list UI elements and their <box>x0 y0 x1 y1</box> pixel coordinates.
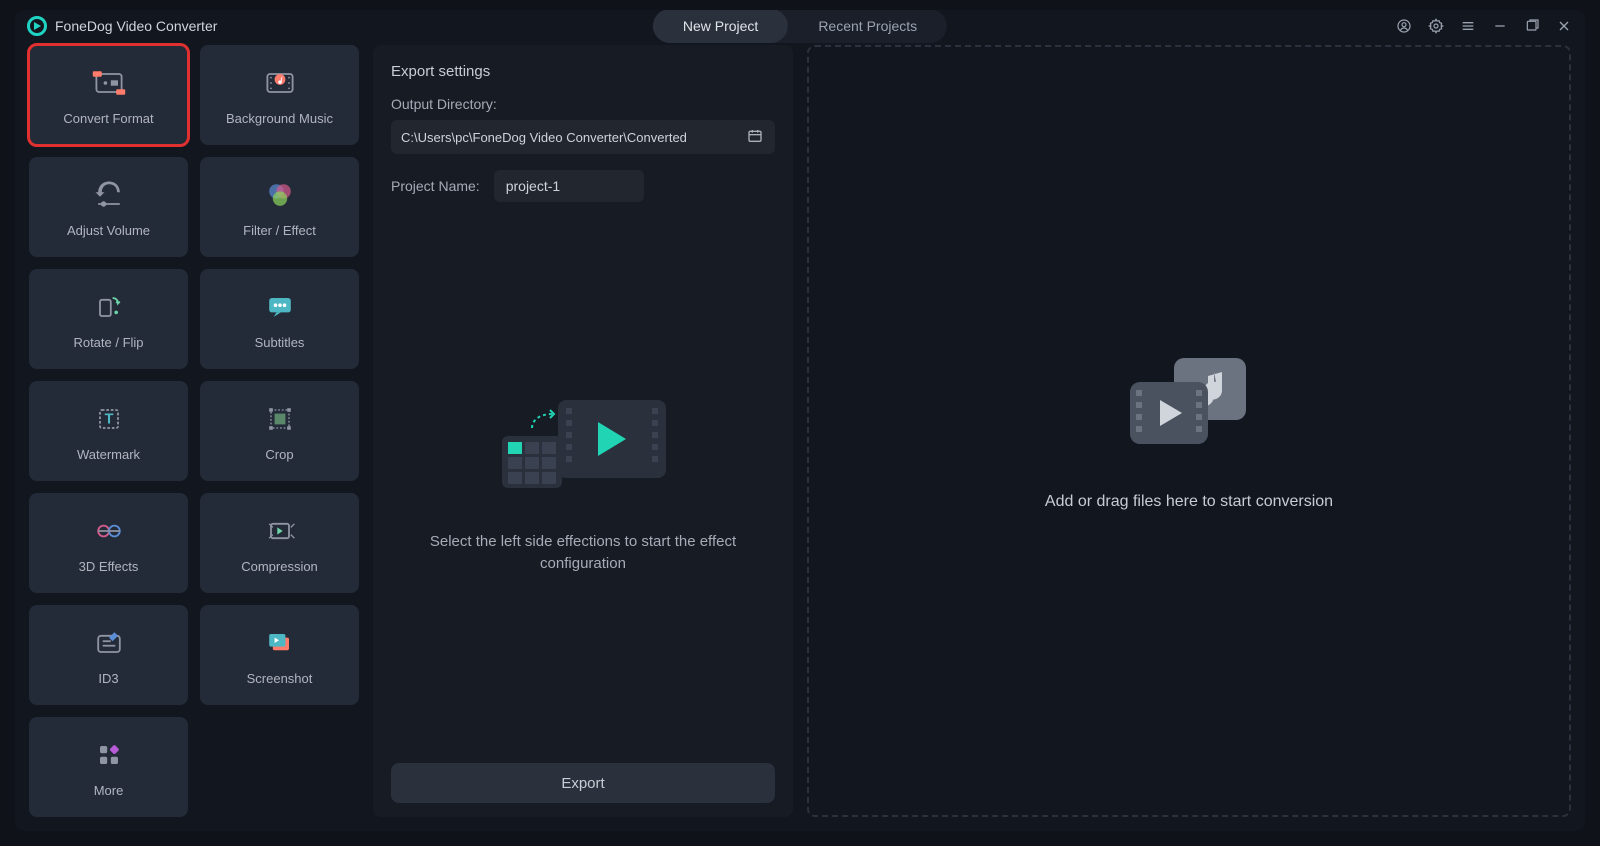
convert-format-icon <box>91 65 127 101</box>
browse-folder-icon[interactable] <box>747 128 765 146</box>
more-icon <box>91 737 127 773</box>
output-dir-input[interactable]: C:\Users\pc\FoneDog Video Converter\Conv… <box>391 120 775 154</box>
tool-watermark[interactable]: T Watermark <box>29 381 188 481</box>
tool-grid: Convert Format Background Music Adjust V… <box>29 45 359 817</box>
titlebar: FoneDog Video Converter New Project Rece… <box>15 10 1585 41</box>
tool-rotate-flip[interactable]: Rotate / Flip <box>29 269 188 369</box>
tool-label: Crop <box>265 447 293 462</box>
empty-state-text: Select the left side effections to start… <box>423 531 743 576</box>
drop-zone[interactable]: Add or drag files here to start conversi… <box>807 45 1571 817</box>
tool-convert-format[interactable]: Convert Format <box>29 45 188 145</box>
adjust-volume-icon <box>91 177 127 213</box>
tool-label: Rotate / Flip <box>73 335 143 350</box>
tool-compression[interactable]: Compression <box>200 493 359 593</box>
app-window: FoneDog Video Converter New Project Rece… <box>15 10 1585 831</box>
minimize-icon[interactable] <box>1491 17 1509 35</box>
empty-state: Select the left side effections to start… <box>391 202 775 751</box>
tool-label: More <box>94 783 124 798</box>
close-icon[interactable] <box>1555 17 1573 35</box>
project-name-label: Project Name: <box>391 178 480 194</box>
filter-effect-icon <box>262 177 298 213</box>
app-title: FoneDog Video Converter <box>55 18 217 34</box>
tool-label: Filter / Effect <box>243 223 316 238</box>
maximize-icon[interactable] <box>1523 17 1541 35</box>
tool-label: Convert Format <box>63 111 153 126</box>
tool-label: Watermark <box>77 447 140 462</box>
tab-recent-projects[interactable]: Recent Projects <box>788 10 947 43</box>
tab-new-project[interactable]: New Project <box>653 10 788 43</box>
drop-zone-icon <box>1124 352 1254 457</box>
export-settings-panel: Export settings Output Directory: C:\Use… <box>373 45 793 817</box>
tool-label: Screenshot <box>247 671 313 686</box>
rotate-flip-icon <box>91 289 127 325</box>
tool-adjust-volume[interactable]: Adjust Volume <box>29 157 188 257</box>
drop-zone-text: Add or drag files here to start conversi… <box>1045 493 1333 511</box>
tool-subtitles[interactable]: Subtitles <box>200 269 359 369</box>
crop-icon <box>262 401 298 437</box>
compression-icon <box>262 513 298 549</box>
3d-effects-icon <box>91 513 127 549</box>
tool-label: 3D Effects <box>79 559 139 574</box>
window-controls <box>1395 17 1573 35</box>
output-dir-label: Output Directory: <box>391 96 775 112</box>
user-icon[interactable] <box>1395 17 1413 35</box>
logo-area: FoneDog Video Converter <box>27 16 217 36</box>
output-dir-value: C:\Users\pc\FoneDog Video Converter\Conv… <box>401 130 687 145</box>
subtitles-icon <box>262 289 298 325</box>
tool-more[interactable]: More <box>29 717 188 817</box>
tool-label: Compression <box>241 559 318 574</box>
project-name-input[interactable]: project-1 <box>494 170 644 202</box>
tool-background-music[interactable]: Background Music <box>200 45 359 145</box>
empty-state-icon <box>488 378 678 503</box>
gear-icon[interactable] <box>1427 17 1445 35</box>
tool-label: Adjust Volume <box>67 223 150 238</box>
tool-label: Subtitles <box>255 335 305 350</box>
export-button[interactable]: Export <box>391 763 775 803</box>
svg-text:T: T <box>104 411 113 427</box>
id3-icon <box>91 625 127 661</box>
tool-3d-effects[interactable]: 3D Effects <box>29 493 188 593</box>
tool-label: ID3 <box>98 671 118 686</box>
header-tabs: New Project Recent Projects <box>653 10 947 43</box>
app-logo-icon <box>27 16 47 36</box>
watermark-icon: T <box>91 401 127 437</box>
screenshot-icon <box>262 625 298 661</box>
tool-screenshot[interactable]: Screenshot <box>200 605 359 705</box>
tool-label: Background Music <box>226 111 333 126</box>
background-music-icon <box>262 65 298 101</box>
tool-filter-effect[interactable]: Filter / Effect <box>200 157 359 257</box>
tool-crop[interactable]: Crop <box>200 381 359 481</box>
export-heading: Export settings <box>391 63 775 80</box>
tool-id3[interactable]: ID3 <box>29 605 188 705</box>
content-area: Convert Format Background Music Adjust V… <box>15 41 1585 831</box>
menu-icon[interactable] <box>1459 17 1477 35</box>
